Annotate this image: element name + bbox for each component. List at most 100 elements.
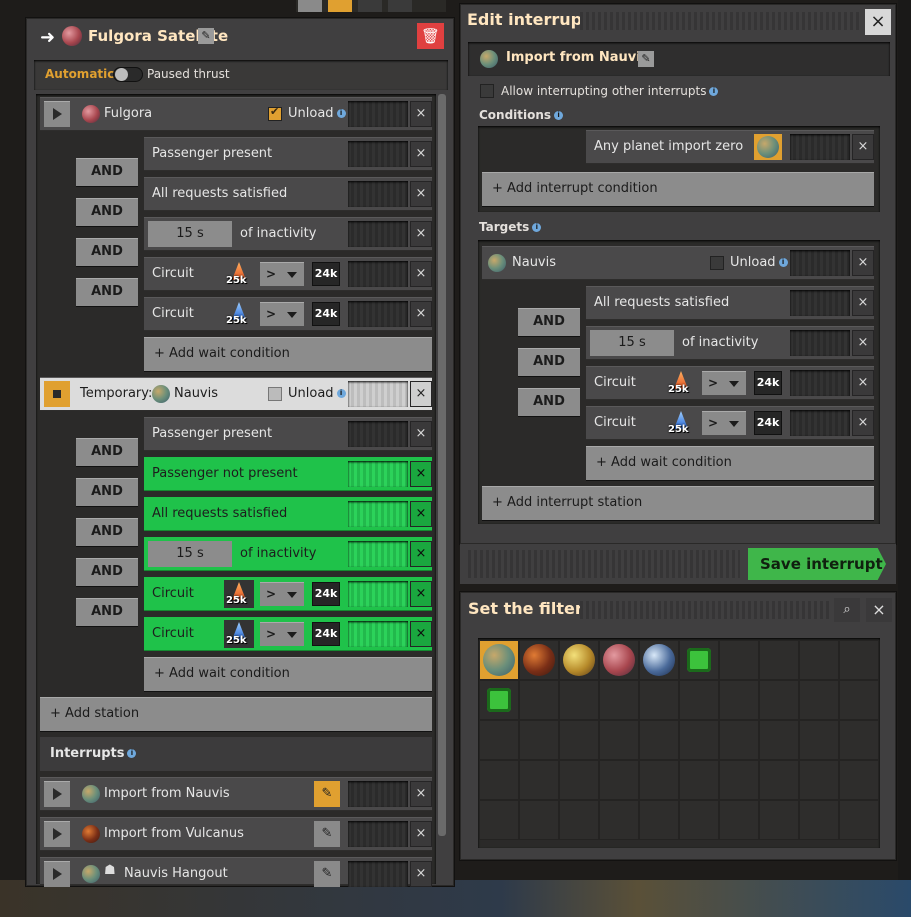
condition-row[interactable]: All requests satisfied × [586, 286, 874, 320]
close-icon[interactable]: × [852, 370, 874, 396]
filter-slot[interactable] [839, 760, 879, 800]
add-interrupt-station-button[interactable]: + Add interrupt station [482, 486, 874, 520]
close-icon[interactable]: × [410, 221, 432, 247]
network-icon[interactable] [328, 0, 352, 12]
save-interrupt-button[interactable]: Save interrupt [748, 548, 886, 580]
filter-slot[interactable] [519, 760, 559, 800]
comparator-select[interactable]: > [260, 622, 304, 646]
filter-slot[interactable] [839, 680, 879, 720]
and-button[interactable]: AND [76, 158, 138, 186]
filter-slot[interactable] [839, 800, 879, 840]
time-input[interactable]: 15 s [148, 221, 232, 247]
interrupt-row[interactable]: Import from Nauvis ✎ × [40, 777, 432, 811]
and-button[interactable]: AND [518, 308, 580, 336]
value-input[interactable]: 24k [754, 411, 782, 435]
filter-slot[interactable] [679, 760, 719, 800]
comparator-select[interactable]: > [702, 371, 746, 395]
filter-slot[interactable] [719, 760, 759, 800]
close-icon[interactable]: × [852, 290, 874, 316]
filter-slot[interactable] [799, 760, 839, 800]
value-input[interactable]: 24k [754, 371, 782, 395]
filter-slot[interactable] [759, 640, 799, 680]
condition-row[interactable]: All requests satisfied × [144, 177, 432, 211]
comparator-select[interactable]: > [260, 262, 304, 286]
target-row[interactable]: Nauvis Unload i × [482, 246, 874, 280]
add-interrupt-condition-button[interactable]: + Add interrupt condition [482, 172, 874, 206]
close-icon[interactable]: × [865, 9, 891, 35]
close-icon[interactable]: × [410, 861, 432, 887]
filter-slot[interactable] [559, 680, 599, 720]
add-wait-condition-button[interactable]: + Add wait condition [586, 446, 874, 480]
play-icon[interactable] [44, 781, 70, 807]
value-input[interactable]: 24k [312, 262, 340, 286]
condition-row[interactable]: Circuit 25k > 24k × [586, 366, 874, 400]
interrupt-row[interactable]: ☗ Nauvis Hangout ✎ × [40, 857, 432, 887]
search-icon[interactable]: ⌕ [834, 598, 860, 622]
filter-slot[interactable] [639, 760, 679, 800]
close-icon[interactable]: × [410, 381, 432, 407]
time-input[interactable]: 15 s [590, 330, 674, 356]
filter-slot[interactable] [679, 800, 719, 840]
edit-icon[interactable]: ✎ [314, 861, 340, 887]
condition-row[interactable]: Circuit 25k > 24k × [144, 297, 432, 331]
condition-row[interactable]: Circuit 25k > 24k × [144, 617, 432, 651]
mode-toggle[interactable] [113, 67, 143, 82]
filter-slot[interactable] [559, 760, 599, 800]
station-row-temporary-nauvis[interactable]: Temporary: Nauvis Unload i × [40, 377, 432, 411]
filter-slot[interactable] [639, 640, 679, 680]
filter-slot[interactable] [559, 800, 599, 840]
rename-icon[interactable]: ✎ [638, 51, 654, 67]
and-button[interactable]: AND [76, 278, 138, 306]
drag-handle[interactable] [580, 601, 830, 619]
close-icon[interactable]: × [852, 250, 874, 276]
condition-row[interactable]: Circuit 25k > 24k × [144, 577, 432, 611]
time-input[interactable]: 15 s [148, 541, 232, 567]
close-icon[interactable]: × [410, 141, 432, 167]
edit-icon[interactable]: ✎ [314, 781, 340, 807]
filter-slot[interactable] [559, 720, 599, 760]
condition-row[interactable]: Passenger present × [144, 137, 432, 171]
and-button[interactable]: AND [76, 558, 138, 586]
filter-slot[interactable] [639, 800, 679, 840]
search-icon[interactable] [298, 0, 322, 12]
filter-slot[interactable] [679, 720, 719, 760]
condition-row[interactable]: 15 s of inactivity × [144, 217, 432, 251]
filter-slot[interactable] [599, 720, 639, 760]
condition-row[interactable]: Passenger not present × [144, 457, 432, 491]
filter-slot[interactable] [759, 680, 799, 720]
close-icon[interactable]: × [852, 330, 874, 356]
condition-row[interactable]: All requests satisfied × [144, 497, 432, 531]
unload-checkbox[interactable] [710, 256, 724, 270]
filter-slot[interactable] [799, 800, 839, 840]
close-icon[interactable]: × [410, 181, 432, 207]
condition-row[interactable]: Any planet import zero × [586, 130, 874, 164]
close-icon[interactable]: × [410, 781, 432, 807]
filter-slot[interactable] [519, 800, 559, 840]
filter-slot[interactable] [719, 800, 759, 840]
close-icon[interactable]: × [410, 821, 432, 847]
add-wait-condition-button[interactable]: + Add wait condition [144, 657, 432, 691]
and-button[interactable]: AND [76, 198, 138, 226]
filter-slot[interactable] [479, 720, 519, 760]
nauvis-icon[interactable] [754, 134, 782, 160]
condition-row[interactable]: Passenger present × [144, 417, 432, 451]
rename-icon[interactable]: ✎ [198, 28, 214, 44]
settings-icon[interactable] [388, 0, 412, 12]
close-icon[interactable]: × [410, 101, 432, 127]
condition-row[interactable]: Circuit 25k > 24k × [586, 406, 874, 440]
lightning-icon[interactable] [358, 0, 382, 12]
play-icon[interactable] [44, 821, 70, 847]
and-button[interactable]: AND [518, 388, 580, 416]
and-button[interactable]: AND [76, 238, 138, 266]
filter-slot[interactable] [599, 800, 639, 840]
and-button[interactable]: AND [518, 348, 580, 376]
filter-slot[interactable] [559, 640, 599, 680]
filter-slot[interactable] [679, 640, 719, 680]
filter-slot[interactable] [479, 800, 519, 840]
close-icon[interactable]: × [410, 541, 432, 567]
close-icon[interactable]: × [410, 621, 432, 647]
science-pack-icon[interactable]: 25k [666, 409, 696, 437]
close-icon[interactable]: × [410, 301, 432, 327]
value-input[interactable]: 24k [312, 302, 340, 326]
interrupt-row[interactable]: Import from Vulcanus ✎ × [40, 817, 432, 851]
